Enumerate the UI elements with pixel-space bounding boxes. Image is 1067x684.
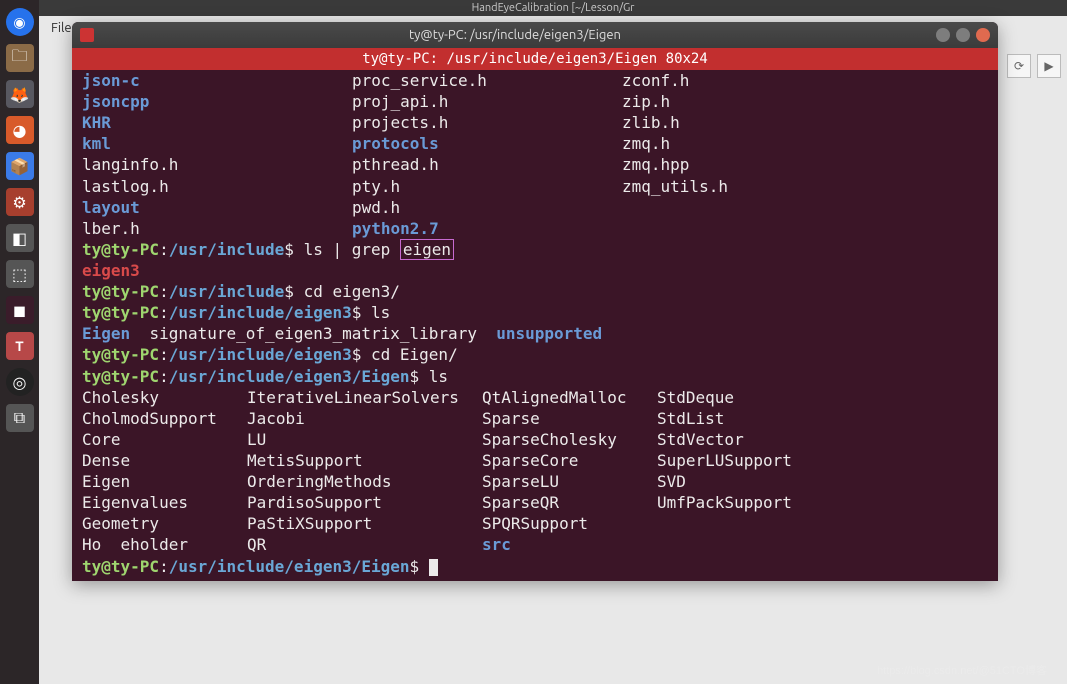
launcher-icon-files[interactable]: 🗀 <box>6 44 34 72</box>
ls-output: EigenOrderingMethodsSparseLUSVD <box>82 471 988 492</box>
cursor <box>429 559 438 576</box>
ls-output: Eigen signature_of_eigen3_matrix_library… <box>82 323 988 344</box>
ls-output: KHRprojects.hzlib.h <box>82 112 988 133</box>
ls-output: GeometryPaStiXSupportSPQRSupport <box>82 513 988 534</box>
ide-titlebar: HandEyeCalibration [~/Lesson/Gr <box>39 0 1067 16</box>
watermark: https://blog.csdn.net/@51CTO博客 <box>877 662 1047 678</box>
minimize-button[interactable] <box>936 28 950 42</box>
prompt-line: ty@ty-PC:/usr/include$ cd eigen3/ <box>82 281 988 302</box>
maximize-button[interactable] <box>956 28 970 42</box>
ls-output: DenseMetisSupportSparseCoreSuperLUSuppor… <box>82 450 988 471</box>
ls-output: langinfo.hpthread.hzmq.hpp <box>82 154 988 175</box>
launcher-icon-logo[interactable]: ◉ <box>6 8 34 36</box>
byobu-status-bar: ty@ty-PC: /usr/include/eigen3/Eigen 80x2… <box>72 48 998 70</box>
ls-output: json-cproc_service.hzconf.h <box>82 70 988 91</box>
prompt-line: ty@ty-PC:/usr/include/eigen3/Eigen$ ls <box>82 366 988 387</box>
ls-output: CholmodSupportJacobiSparseStdList <box>82 408 988 429</box>
prompt-line: ty@ty-PC:/usr/include/eigen3/Eigen$ <box>82 556 988 577</box>
terminal-body[interactable]: json-cproc_service.hzconf.h jsoncppproj_… <box>72 70 998 581</box>
launcher-icon-app2[interactable]: ⚙ <box>6 188 34 216</box>
launcher-icon-text[interactable]: T <box>6 332 34 360</box>
grep-arg-highlight: eigen <box>400 239 454 260</box>
launcher-icon-app5[interactable]: ⧉ <box>6 404 34 432</box>
launcher-icon-chrome[interactable]: 📦 <box>6 152 34 180</box>
terminal-titlebar[interactable]: ty@ty-PC: /usr/include/eigen3/Eigen <box>72 22 998 48</box>
unity-launcher: ◉ 🗀 🦊 ◕ 📦 ⚙ ◧ ⬚ ◼ T ◎ ⧉ <box>0 0 39 684</box>
ls-output: layoutpwd.h <box>82 197 988 218</box>
ls-output: Ho eholderQRsrc <box>82 534 988 555</box>
terminal-app-icon <box>80 28 94 42</box>
close-button[interactable] <box>976 28 990 42</box>
terminal-title: ty@ty-PC: /usr/include/eigen3/Eigen <box>100 28 930 42</box>
launcher-icon-terminal[interactable]: ◼ <box>6 296 34 324</box>
prompt-line: ty@ty-PC:/usr/include/eigen3$ cd Eigen/ <box>82 344 988 365</box>
ls-output: lastlog.hpty.hzmq_utils.h <box>82 176 988 197</box>
launcher-icon-app[interactable]: 🦊 <box>6 80 34 108</box>
launcher-icon-app3[interactable]: ◧ <box>6 224 34 252</box>
grep-result: eigen3 <box>82 260 988 281</box>
ls-output: kmlprotocolszmq.h <box>82 133 988 154</box>
prompt-line: ty@ty-PC:/usr/include$ ls | grep eigen <box>82 239 988 260</box>
ls-output: lber.hpython2.7 <box>82 218 988 239</box>
launcher-icon-app4[interactable]: ⬚ <box>6 260 34 288</box>
ls-output: CoreLUSparseCholeskyStdVector <box>82 429 988 450</box>
ls-output: jsoncppproj_api.hzip.h <box>82 91 988 112</box>
ls-output: EigenvaluesPardisoSupportSparseQRUmfPack… <box>82 492 988 513</box>
ls-output: CholeskyIterativeLinearSolversQtAlignedM… <box>82 387 988 408</box>
launcher-icon-firefox[interactable]: ◕ <box>6 116 34 144</box>
launcher-icon-obs[interactable]: ◎ <box>6 368 34 396</box>
prompt-line: ty@ty-PC:/usr/include/eigen3$ ls <box>82 302 988 323</box>
terminal-window: ty@ty-PC: /usr/include/eigen3/Eigen ty@t… <box>72 22 998 581</box>
